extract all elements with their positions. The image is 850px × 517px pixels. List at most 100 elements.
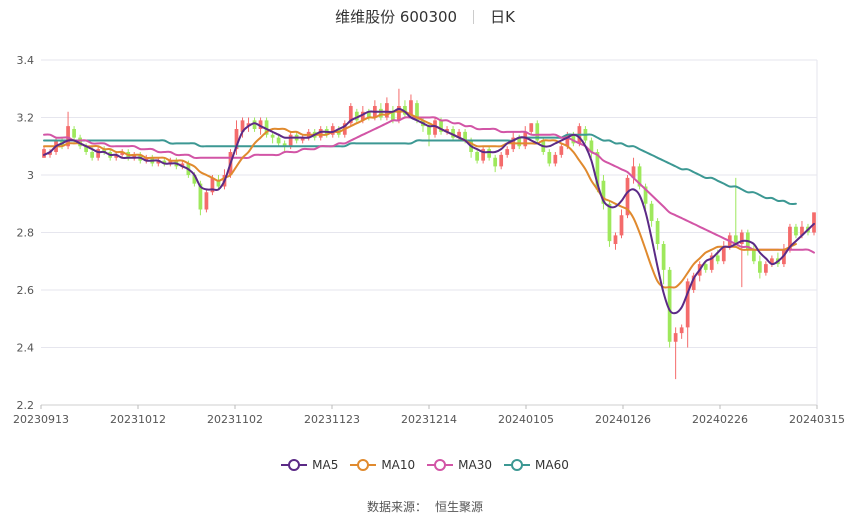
candle-body [270, 134, 275, 138]
candle-body [204, 192, 209, 210]
y-tick-label: 2.8 [17, 227, 35, 240]
candle [655, 218, 660, 250]
candle [204, 189, 209, 213]
y-tick-label: 3.4 [17, 54, 35, 67]
candle-body [703, 264, 708, 270]
candle [481, 146, 486, 164]
candle-body [607, 203, 612, 242]
candle [300, 134, 305, 144]
x-tick-label: 20231214 [401, 413, 457, 426]
legend-item-ma5[interactable]: MA5 [281, 458, 338, 472]
candle-body [90, 152, 94, 158]
candle-body [288, 134, 293, 147]
candle [132, 152, 137, 161]
candle [764, 261, 768, 276]
candle-body [751, 249, 756, 262]
candle-body [409, 100, 413, 115]
chart-legend: MA5 MA10 MA30 MA60 [0, 458, 850, 474]
candle-body [812, 212, 816, 233]
candle-body [493, 157, 498, 167]
y-tick-label: 3.2 [17, 112, 35, 125]
candle-body [529, 123, 534, 132]
legend-label: MA30 [458, 458, 493, 472]
x-tick-label: 20231012 [110, 413, 166, 426]
candle [553, 152, 558, 167]
x-tick-label: 20240226 [692, 413, 748, 426]
candle [619, 209, 624, 239]
candle-body [487, 149, 492, 158]
legend-item-ma60[interactable]: MA60 [504, 458, 569, 472]
x-tick-label: 20240105 [498, 413, 554, 426]
ma-line-ma10 [43, 110, 797, 289]
candle [252, 117, 257, 132]
legend-item-ma30[interactable]: MA30 [427, 458, 492, 472]
candle [733, 177, 738, 247]
candle-body [715, 255, 720, 262]
moving-average-lines [43, 107, 815, 315]
legend-marker-icon [504, 459, 531, 471]
x-tick-label: 20230913 [13, 413, 69, 426]
candle-body [757, 261, 762, 273]
candle-body [679, 327, 684, 334]
x-tick-label: 20240126 [595, 413, 651, 426]
candle [559, 143, 564, 158]
source-label: 数据来源： [366, 500, 427, 514]
candle-body [655, 221, 660, 244]
candle [709, 252, 714, 273]
candle-body [661, 244, 666, 270]
legend-marker-icon [427, 459, 454, 471]
candle-body [559, 146, 564, 155]
candle-body [553, 154, 558, 164]
candle-body [613, 235, 618, 244]
candle [42, 146, 46, 158]
x-tick-label: 20240315 [789, 413, 845, 426]
candle [385, 97, 389, 121]
candle-body [547, 152, 552, 164]
y-tick-label: 2.2 [17, 399, 35, 412]
candle [505, 146, 510, 158]
candle-body [619, 215, 624, 236]
y-axis: 2.2 2.4 2.6 2.8 3 3.2 3.4 [17, 54, 35, 412]
candle-body [764, 264, 768, 273]
source-name: 恒生聚源 [435, 500, 484, 514]
legend-label: MA5 [312, 458, 339, 472]
grid-lines [41, 59, 818, 406]
candlestick-chart: 2.22.42.62.833.23.4 20230913 20231012 2023… [13, 54, 845, 426]
candle [679, 324, 684, 339]
x-tick-label: 20231123 [304, 413, 360, 426]
candle [770, 255, 774, 267]
candle [739, 229, 744, 288]
candle-body [673, 333, 678, 342]
legend-item-ma10[interactable]: MA10 [350, 458, 415, 472]
candle [499, 152, 504, 170]
candle [794, 223, 798, 239]
candle [547, 149, 552, 167]
candle [673, 327, 678, 380]
candle [661, 241, 666, 285]
candle [475, 149, 479, 164]
candle [745, 229, 750, 256]
candle-body [649, 203, 654, 221]
candle [535, 120, 540, 144]
candle [529, 123, 534, 135]
legend-label: MA10 [381, 458, 416, 472]
y-tick-label: 2.6 [17, 284, 35, 297]
candle [96, 146, 101, 161]
y-tick-label: 2.4 [17, 342, 35, 355]
candle [397, 88, 401, 124]
candle-body [427, 126, 431, 135]
legend-marker-icon [350, 459, 377, 471]
candle [493, 154, 498, 173]
candle [487, 146, 492, 161]
legend-marker-icon [281, 459, 308, 471]
candle [403, 100, 407, 118]
candle [757, 255, 762, 279]
candle-body [252, 120, 257, 129]
candle [721, 241, 726, 265]
data-source: 数据来源： 恒生聚源 [0, 498, 850, 515]
ma-line-ma60 [43, 133, 797, 205]
legend-label: MA60 [535, 458, 569, 472]
candle-body [475, 152, 479, 161]
candle-body [505, 149, 510, 155]
candle [613, 232, 618, 250]
